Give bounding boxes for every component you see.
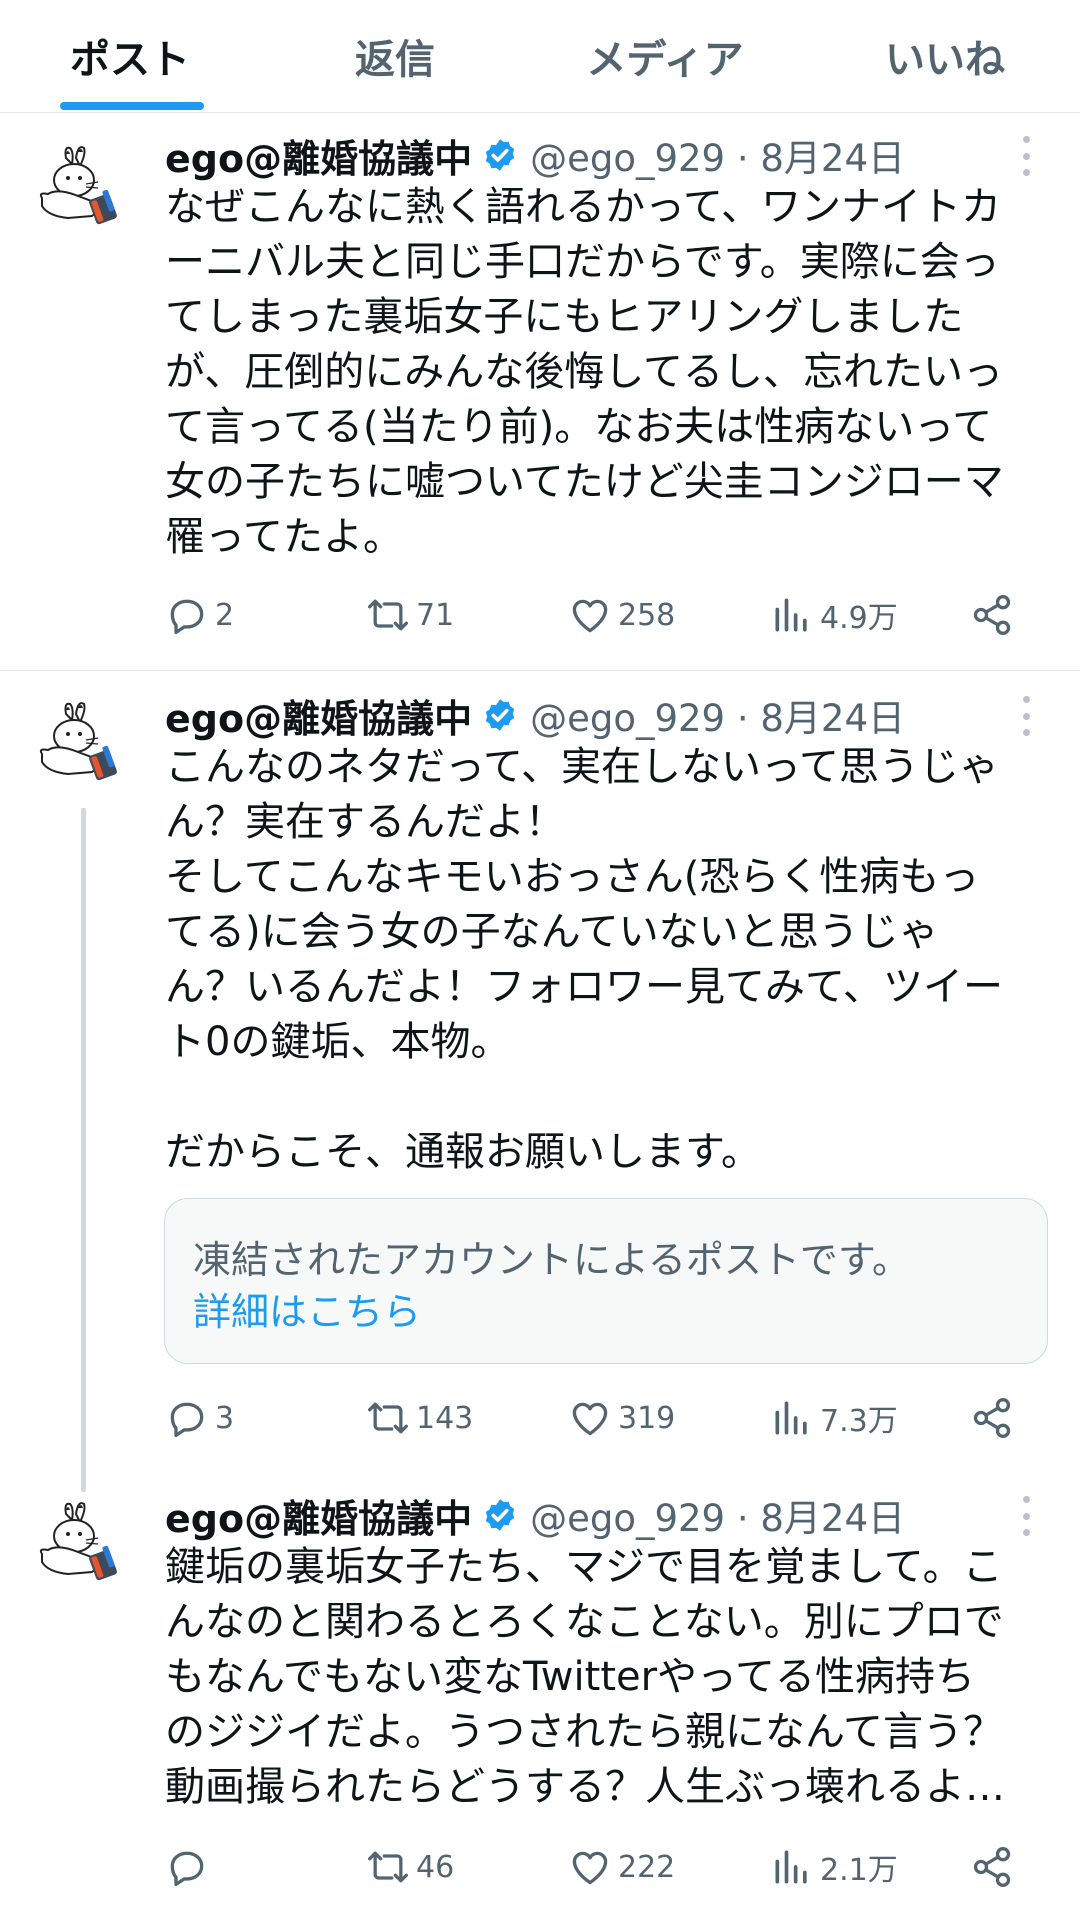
post-actions: 46 222 2.1万 [0, 1842, 1080, 1892]
post-header: ego@離婚協議中 @ego_929 · 8月24日 [165, 1488, 906, 1543]
post-text-line: もなんでもない変なTwitterやってる性病持ち [165, 1654, 976, 1700]
share-icon [973, 1847, 1011, 1887]
post-3[interactable]: ego@離婚協議中 @ego_929 · 8月24日 鍵垢の裏垢女子たち、マジで… [0, 0, 1080, 1918]
repost-icon [368, 1851, 408, 1883]
author-name[interactable]: ego@離婚協議中 [165, 1488, 472, 1543]
reply-button[interactable] [165, 1842, 215, 1892]
post-text-line: んなのと関わるとろくなことない。別にプロで [165, 1599, 1004, 1645]
avatar[interactable] [28, 1496, 132, 1600]
post-text-line: 動画撮られたらどうする？人生ぶっ壊れるよ… [165, 1764, 1005, 1810]
post-text: 鍵垢の裏垢女子たち、マジで目を覚まして。こ んなのと関わるとろくなことない。別に… [165, 1540, 1045, 1815]
more-options-icon[interactable] [1015, 1496, 1037, 1536]
like-count: 222 [618, 1849, 676, 1885]
views-icon [775, 1850, 807, 1884]
heart-icon [572, 1851, 608, 1885]
reply-icon [170, 1851, 204, 1887]
view-count: 2.1万 [820, 1853, 898, 1888]
verified-badge-icon [485, 1499, 515, 1531]
post-text-line: のジジイだよ。うつされたら親になんて言う？ [165, 1709, 1003, 1755]
like-button[interactable]: 222 [568, 1842, 675, 1892]
repost-count: 46 [416, 1849, 455, 1885]
post-text-line: 鍵垢の裏垢女子たち、マジで目を覚まして。こ [165, 1544, 1003, 1590]
handle-and-date: @ego_929 · 8月24日 [530, 1497, 906, 1540]
views-button[interactable]: 2.1万 [770, 1842, 898, 1892]
repost-button[interactable]: 46 [366, 1842, 454, 1892]
share-button[interactable] [970, 1842, 1014, 1892]
